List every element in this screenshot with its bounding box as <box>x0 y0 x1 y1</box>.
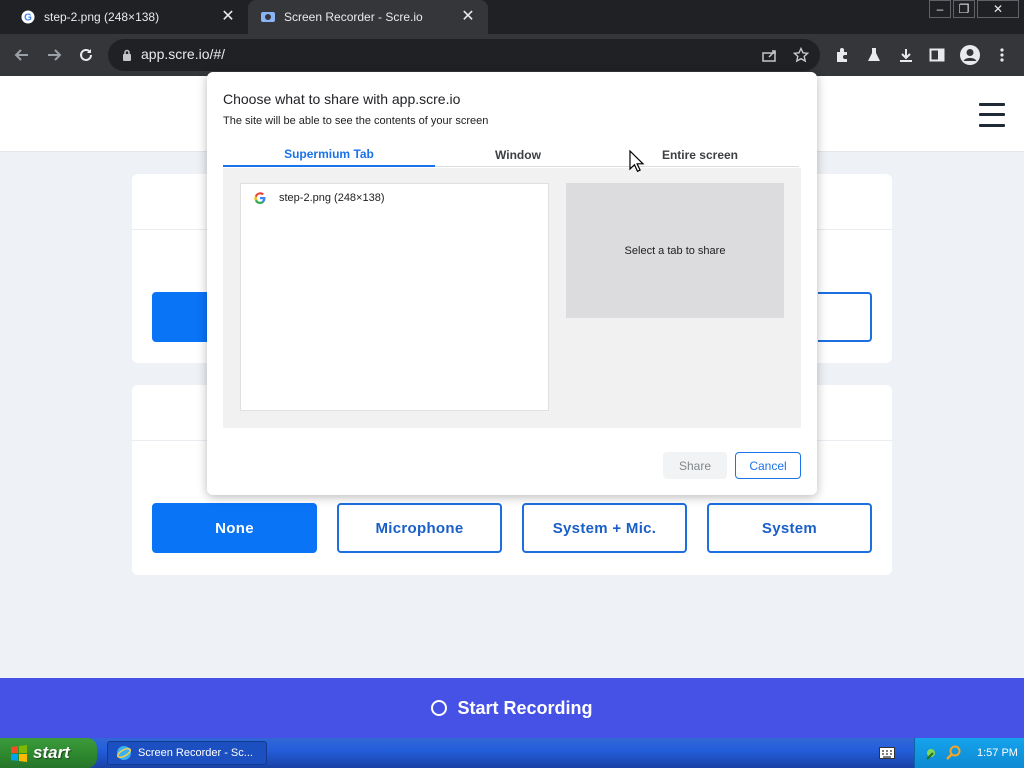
taskbar-item-label: Screen Recorder - Sc... <box>138 747 253 759</box>
clock: 1:57 PM <box>977 747 1018 759</box>
video-option-selected-button[interactable] <box>152 292 212 342</box>
taskbar-item-screen-recorder[interactable]: Screen Recorder - Sc... <box>107 741 267 765</box>
system-tray: 1:57 PM <box>914 738 1024 768</box>
windows-flag-icon <box>10 744 28 762</box>
audio-microphone-button[interactable]: Microphone <box>337 503 502 553</box>
close-icon[interactable]: ✕ <box>460 9 476 25</box>
share-button[interactable]: Share <box>663 452 727 479</box>
tab-window[interactable]: Window <box>435 142 601 167</box>
browser-toolbar: app.scre.io/#/ <box>0 34 1024 76</box>
dialog-body: step-2.png (248×138) Select a tab to sha… <box>223 168 801 428</box>
address-text: app.scre.io/#/ <box>141 46 226 62</box>
cancel-button[interactable]: Cancel <box>735 452 801 479</box>
browser-app-icon <box>116 745 132 761</box>
reload-icon[interactable] <box>72 34 100 76</box>
tab-supermium-tab[interactable]: Supermium Tab <box>223 142 435 167</box>
lock-icon[interactable] <box>120 47 134 63</box>
start-recording-button[interactable]: Start Recording <box>0 678 1024 738</box>
dialog-title: Choose what to share with app.scre.io <box>223 91 461 107</box>
profile-avatar-icon[interactable] <box>956 34 984 76</box>
keyboard-icon[interactable] <box>879 746 895 760</box>
dialog-tabs: Supermium Tab Window Entire screen <box>223 142 799 167</box>
share-preview: Select a tab to share <box>566 183 784 318</box>
mouse-cursor-icon <box>629 150 645 173</box>
audio-system-button[interactable]: System <box>707 503 872 553</box>
windows-taskbar: start Screen Recorder - Sc... 1:57 PM <box>0 738 1024 768</box>
record-circle-icon <box>431 700 448 716</box>
audio-none-button[interactable]: None <box>152 503 317 553</box>
share-page-icon[interactable] <box>758 39 782 71</box>
list-item[interactable]: step-2.png (248×138) <box>253 188 385 208</box>
screen-recorder-icon <box>260 9 276 25</box>
side-panel-icon[interactable] <box>923 34 951 76</box>
dialog-subtitle: The site will be able to see the content… <box>223 115 489 127</box>
start-label: start <box>33 743 70 762</box>
start-button[interactable]: start <box>0 738 97 768</box>
restore-icon[interactable]: ❐ <box>953 0 975 18</box>
minimize-icon[interactable]: – <box>929 0 951 18</box>
search-icon[interactable] <box>945 744 963 762</box>
download-icon[interactable] <box>892 34 920 76</box>
list-item-title: step-2.png (248×138) <box>279 192 385 204</box>
video-option-button[interactable] <box>818 292 872 342</box>
address-bar[interactable]: app.scre.io/#/ <box>108 39 820 71</box>
google-g-icon: G <box>20 9 36 25</box>
network-icon[interactable] <box>925 744 943 762</box>
bookmark-star-icon[interactable] <box>789 39 813 71</box>
google-g-icon <box>253 191 267 205</box>
browser-tab-step2[interactable]: G step-2.png (248×138) ✕ <box>0 0 248 34</box>
extensions-icon[interactable] <box>828 34 856 76</box>
hamburger-menu-icon[interactable] <box>979 103 1005 127</box>
labs-flask-icon[interactable] <box>860 34 888 76</box>
browser-tab-screen-recorder[interactable]: Screen Recorder - Scre.io ✕ <box>248 0 488 34</box>
tab-list: step-2.png (248×138) <box>240 183 549 411</box>
menu-kebab-icon[interactable] <box>988 34 1016 76</box>
svg-text:G: G <box>24 13 32 24</box>
close-icon[interactable]: ✕ <box>220 9 236 25</box>
close-window-icon[interactable]: ✕ <box>977 0 1019 18</box>
screen-share-dialog: Choose what to share with app.scre.io Th… <box>207 72 817 495</box>
audio-system-mic-button[interactable]: System + Mic. <box>522 503 687 553</box>
start-recording-label: Start Recording <box>457 697 593 718</box>
browser-tabstrip: G step-2.png (248×138) ✕ Screen Recorder… <box>0 0 1024 34</box>
tab-title: Screen Recorder - Scre.io <box>284 10 423 24</box>
tab-title: step-2.png (248×138) <box>44 10 160 24</box>
back-icon[interactable] <box>8 34 36 76</box>
forward-icon[interactable] <box>40 34 68 76</box>
